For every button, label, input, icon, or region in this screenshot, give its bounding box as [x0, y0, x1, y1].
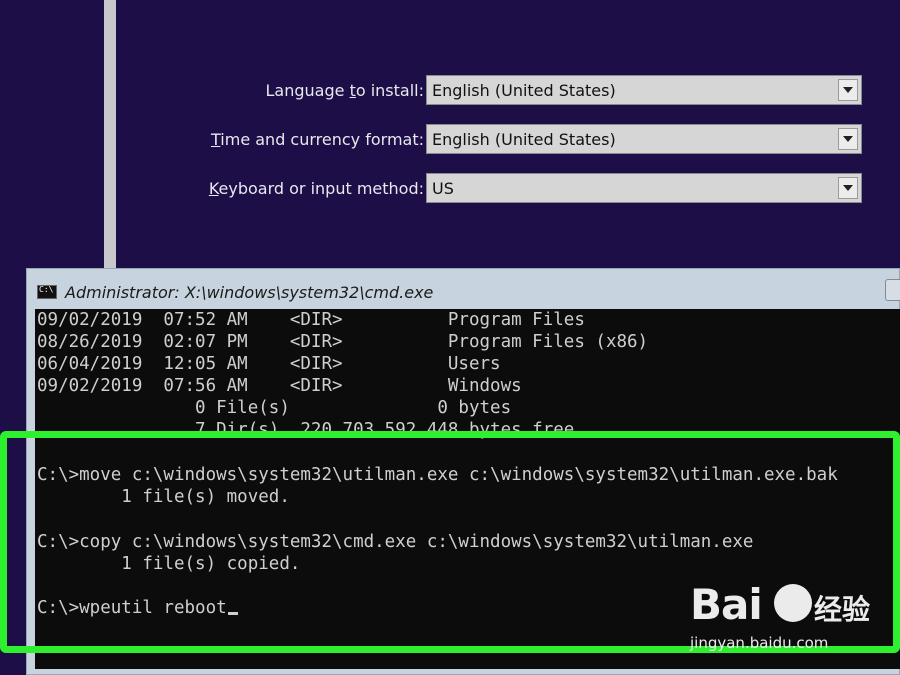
baidu-watermark: Bai 经验 jingyan.baidu.com [690, 580, 890, 660]
cmd-app-icon[interactable] [37, 285, 57, 299]
console-line: 1 file(s) moved. [37, 487, 290, 507]
text-cursor [227, 612, 238, 615]
console-line: 09/02/2019 07:52 AM <DIR> Program Files [37, 310, 585, 330]
console-line: 08/26/2019 02:07 PM <DIR> Program Files … [37, 332, 649, 352]
console-line: 7 Dir(s) 220,703,592,448 bytes free [37, 420, 575, 440]
dropdown-arrow-icon[interactable] [838, 128, 858, 150]
console-line: C:\>move c:\windows\system32\utilman.exe… [37, 465, 838, 485]
cmd-titlebar[interactable]: Administrator: X:\windows\system32\cmd.e… [27, 269, 900, 309]
language-select[interactable]: English (United States) [426, 75, 862, 105]
console-line: C:\>copy c:\windows\system32\cmd.exe c:\… [37, 532, 754, 552]
time-format-select-value: English (United States) [432, 130, 616, 149]
console-line: 06/04/2019 12:05 AM <DIR> Users [37, 354, 501, 374]
time-format-label: Time and currency format: [211, 130, 424, 149]
console-line: 1 file(s) copied. [37, 554, 301, 574]
watermark-logo-text: Bai [690, 580, 763, 629]
console-prompt-line[interactable]: C:\>wpeutil reboot [37, 597, 238, 619]
language-label: Language to install: [265, 81, 424, 100]
language-row: Language to install: English (United Sta… [0, 75, 900, 109]
console-line: 0 File(s) 0 bytes [37, 398, 512, 418]
watermark-logo-cn: 经验 [814, 593, 871, 626]
language-select-value: English (United States) [432, 81, 616, 100]
cmd-window-title: Administrator: X:\windows\system32\cmd.e… [65, 283, 434, 302]
watermark-url: jingyan.baidu.com [690, 634, 829, 652]
keyboard-select[interactable]: US [426, 173, 862, 203]
keyboard-select-value: US [432, 179, 454, 198]
console-command-text: C:\>wpeutil reboot [37, 598, 227, 618]
dropdown-arrow-icon[interactable] [838, 177, 858, 199]
keyboard-row: Keyboard or input method: US [0, 173, 900, 207]
time-format-row: Time and currency format: English (Unite… [0, 124, 900, 158]
time-format-select[interactable]: English (United States) [426, 124, 862, 154]
window-control-button[interactable] [885, 279, 900, 301]
console-line: 09/02/2019 07:56 AM <DIR> Windows [37, 376, 522, 396]
keyboard-label: Keyboard or input method: [208, 179, 424, 198]
dropdown-arrow-icon[interactable] [838, 79, 858, 101]
baidu-paw-icon [774, 584, 812, 622]
